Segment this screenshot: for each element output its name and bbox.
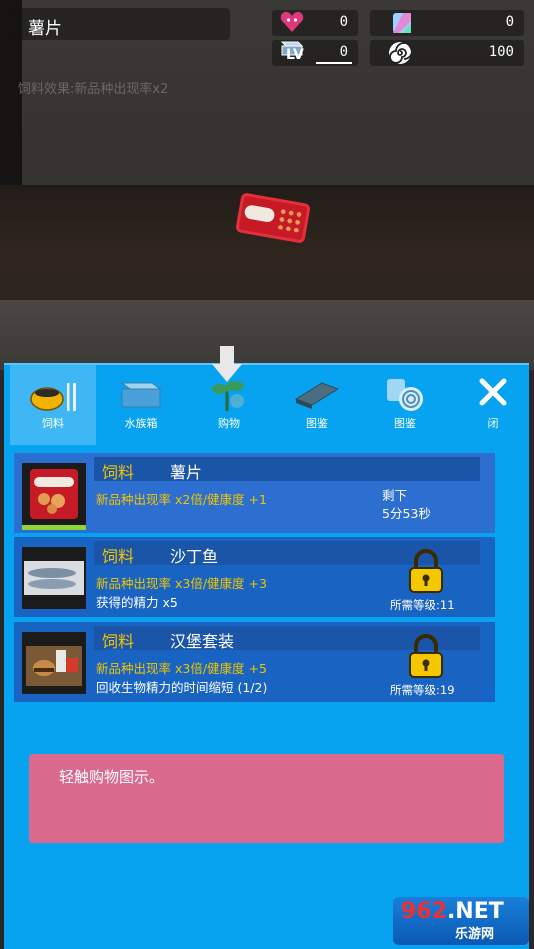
energy-counter: 100 (370, 40, 524, 66)
food-effect-text: 饲料效果:新品种出现率x2 (18, 82, 169, 97)
crystal-counter: 0 (370, 10, 524, 36)
current-item-title: 薯片 (28, 19, 62, 39)
sprout-icon (212, 381, 244, 411)
site-watermark: 962.NET 乐游网 (393, 897, 529, 945)
required-level: 所需等级:19 (390, 683, 455, 697)
remaining-label: 剩下 (382, 488, 408, 503)
item-effect: 新品种出现率 x3倍/健康度 +5 (96, 661, 267, 676)
item-effect-secondary: 获得的精力 x5 (96, 595, 178, 610)
tab-food[interactable]: 饲料 (10, 365, 96, 445)
hint-box: 轻触购物图示。 (29, 754, 504, 843)
tab-collection[interactable]: 图鉴 (362, 365, 448, 445)
item-effect-secondary: 回收生物精力的时间缩短 (1/2) (96, 680, 268, 695)
aquarium-icon (120, 382, 162, 408)
heart-icon (280, 11, 304, 32)
tab-bar: 饲料 水族箱 购物 图鉴 图鉴 闭 (10, 365, 522, 445)
tab-close[interactable]: 闭 (450, 365, 534, 445)
lock-icon (409, 634, 443, 678)
item-effect: 新品种出现率 x3倍/健康度 +3 (96, 576, 267, 591)
item-effect: 新品种出现率 x2倍/健康度 +1 (96, 492, 267, 507)
tab-encyclopedia[interactable]: 图鉴 (274, 365, 360, 445)
remaining-time: 5分53秒 (382, 506, 431, 521)
table-edge (0, 300, 534, 370)
chips-thumbnail (22, 463, 86, 525)
food-bowl-icon (30, 383, 76, 411)
crystal-icon (393, 13, 411, 33)
tab-aquarium[interactable]: 水族箱 (98, 365, 184, 445)
item-header: 饲料 薯片 (94, 457, 480, 482)
burger-set-thumbnail (22, 632, 86, 694)
food-item-burger-set[interactable]: 饲料 汉堡套装 新品种出现率 x3倍/健康度 +5 回收生物精力的时间缩短 (1… (14, 622, 495, 702)
spiral-energy-icon (389, 42, 412, 64)
selected-indicator (22, 525, 86, 530)
love-counter: 0 (272, 10, 358, 36)
down-arrow-icon (212, 346, 242, 382)
sardine-thumbnail (22, 547, 86, 609)
book-icon (294, 382, 340, 409)
level-progress-bar (316, 62, 352, 64)
level-counter: LV 0 (272, 40, 358, 66)
current-item-box: 薯片 (12, 8, 230, 40)
level-label: LV (286, 47, 304, 63)
food-item-chips[interactable]: 饲料 薯片 新品种出现率 x2倍/健康度 +1 剩下 5分53秒 (14, 453, 495, 533)
required-level: 所需等级:11 (390, 598, 455, 612)
lock-icon (409, 549, 443, 593)
close-icon (479, 378, 507, 406)
spiral-card-icon (387, 379, 423, 411)
shop-panel: 饲料 水族箱 购物 图鉴 图鉴 闭 饲料 薯片 新品种出现率 x2倍/健康度 +… (4, 363, 529, 949)
food-item-sardine[interactable]: 饲料 沙丁鱼 新品种出现率 x3倍/健康度 +3 获得的精力 x5 所需等级:1… (14, 537, 495, 617)
hint-text: 轻触购物图示。 (59, 768, 165, 786)
